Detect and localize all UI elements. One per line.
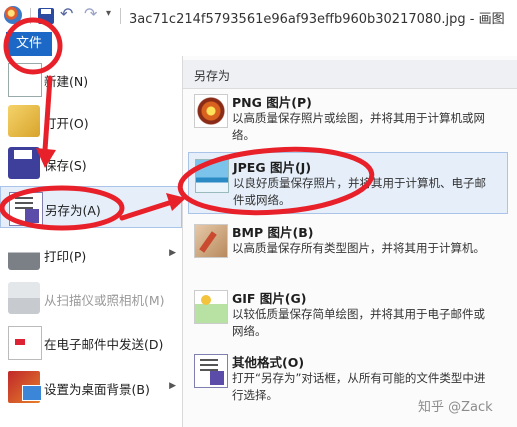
toolbar-separator [30, 8, 31, 24]
menu-item-label: 打开(O) [44, 116, 89, 131]
gif-image-icon [194, 290, 228, 324]
option-title: PNG 图片(P) [232, 95, 312, 110]
menu-item-label: 新建(N) [44, 74, 89, 89]
menu-item-label: 从扫描仪或照相机(M) [44, 293, 165, 308]
save-as-pane: 另存为 PNG 图片(P) 以高质量保存照片或绘图，并将其用于计算机或网络。 J… [183, 56, 517, 427]
desktop-background-icon [8, 371, 42, 403]
menu-item-label: 另存为(A) [45, 203, 101, 218]
option-description: 以高质量保存照片或绘图，并将其用于计算机或网络。 [232, 111, 485, 142]
undo-icon[interactable]: ↶ [60, 4, 73, 24]
option-description: 以高质量保存所有类型图片，并将其用于计算机。 [232, 241, 485, 255]
menu-item-print[interactable]: 打印(P) ▶ [0, 233, 182, 275]
save-as-icon [9, 192, 43, 226]
option-title: JPEG 图片(J) [233, 160, 312, 175]
option-title: GIF 图片(G) [232, 291, 307, 306]
menu-item-label: 设置为桌面背景(B) [44, 382, 150, 397]
file-menu: 新建(N) 打开(O) 保存(S) 另存为(A) 打印(P) ▶ 从扫描仪或照相… [0, 56, 183, 427]
menu-item-save[interactable]: 保存(S) [0, 142, 182, 184]
menu-item-label: 打印(P) [44, 249, 87, 264]
submenu-arrow-icon: ▶ [169, 381, 176, 391]
menu-item-label: 保存(S) [44, 158, 87, 173]
file-tab[interactable]: 文件 [6, 32, 52, 56]
scanner-icon [8, 282, 40, 314]
menu-item-save-as[interactable]: 另存为(A) [0, 186, 182, 228]
menu-item-label: 在电子邮件中发送(D) [44, 337, 164, 352]
window-title: 3ac71c214f5793561e96af93effb960b30217080… [129, 12, 505, 27]
option-gif[interactable]: GIF 图片(G) 以较低质量保存简单绘图，并将其用于电子邮件或网络。 [188, 284, 508, 344]
jpeg-image-icon [195, 159, 229, 193]
option-title: 其他格式(O) [232, 355, 305, 370]
option-description: 以较低质量保存简单绘图，并将其用于电子邮件或网络。 [232, 307, 485, 338]
png-image-icon [194, 94, 228, 128]
menu-item-desktop-background[interactable]: 设置为桌面背景(B) ▶ [0, 366, 182, 408]
quick-save-icon[interactable] [38, 8, 54, 24]
submenu-arrow-icon: ▶ [169, 248, 176, 258]
other-formats-icon [194, 354, 228, 388]
option-png[interactable]: PNG 图片(P) 以高质量保存照片或绘图，并将其用于计算机或网络。 [188, 88, 508, 148]
open-folder-icon [8, 105, 40, 137]
save-disk-icon [8, 147, 40, 179]
option-title: BMP 图片(B) [232, 225, 314, 240]
menu-item-scanner: 从扫描仪或照相机(M) [0, 277, 182, 319]
bmp-image-icon [194, 224, 228, 258]
option-description: 以良好质量保存照片，并将其用于计算机、电子邮件或网络。 [233, 176, 486, 207]
redo-icon[interactable]: ↷ [84, 4, 97, 24]
menu-item-email[interactable]: 在电子邮件中发送(D) [0, 321, 182, 363]
printer-icon [8, 238, 40, 270]
paint-app-icon[interactable] [4, 6, 22, 24]
ribbon-strip [52, 32, 517, 56]
title-bar: ↶ ↷ ▾ 3ac71c214f5793561e96af93effb960b30… [0, 0, 517, 32]
customize-toolbar-dropdown-icon[interactable]: ▾ [106, 8, 111, 28]
pane-header: 另存为 [183, 60, 517, 89]
option-jpeg[interactable]: JPEG 图片(J) 以良好质量保存照片，并将其用于计算机、电子邮件或网络。 [188, 152, 508, 214]
pane-title: 另存为 [194, 69, 231, 83]
watermark: 知乎 @Zack [418, 400, 493, 415]
option-bmp[interactable]: BMP 图片(B) 以高质量保存所有类型图片，并将其用于计算机。 [188, 218, 508, 278]
email-icon [8, 326, 42, 360]
menu-item-new[interactable]: 新建(N) [0, 58, 182, 100]
new-icon [8, 63, 42, 97]
menu-item-open[interactable]: 打开(O) [0, 100, 182, 142]
toolbar-separator [120, 8, 121, 24]
